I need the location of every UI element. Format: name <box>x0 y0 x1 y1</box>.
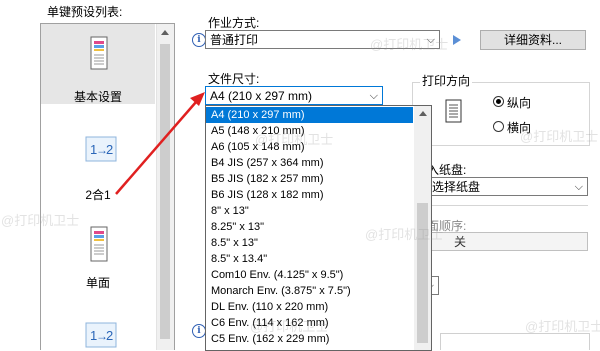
annotation-arrow-icon <box>115 92 205 195</box>
